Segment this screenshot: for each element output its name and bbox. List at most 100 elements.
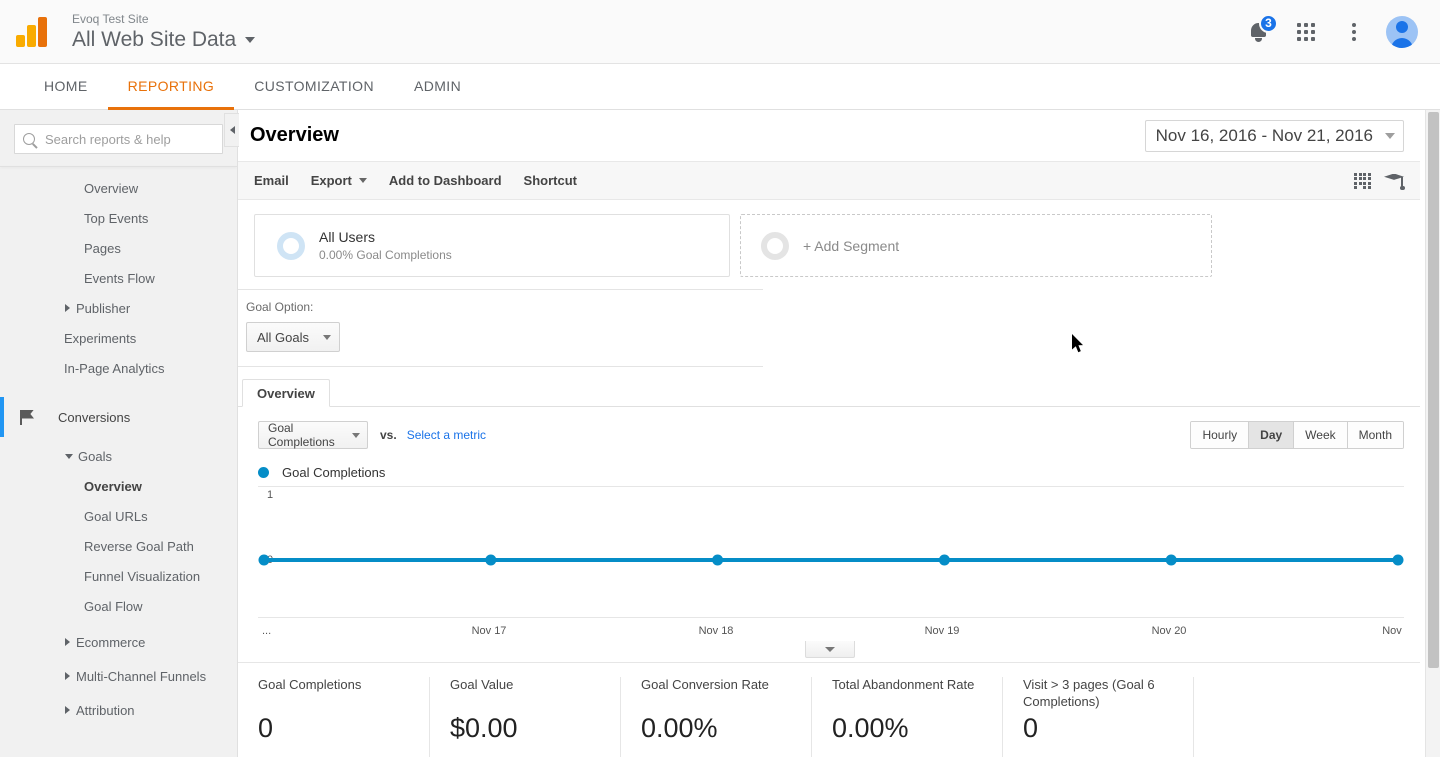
- metric-value: 0.00%: [832, 713, 909, 743]
- metric-value: 0: [258, 713, 274, 743]
- metric-card-goal-completions: Goal Completions 0: [238, 677, 429, 757]
- chevron-left-icon: [229, 126, 235, 134]
- account-selector[interactable]: Evoq Test Site All Web Site Data: [72, 13, 256, 51]
- flag-icon: [20, 409, 34, 425]
- table-grid-icon[interactable]: [1354, 172, 1371, 189]
- legend-label: Goal Completions: [282, 465, 386, 480]
- metric-value: $0.00: [450, 713, 518, 743]
- metric-label: Goal Value: [450, 677, 514, 692]
- sidebar-item-goal-urls[interactable]: Goal URLs: [0, 501, 237, 531]
- more-options-button[interactable]: [1330, 8, 1378, 56]
- goal-option-panel: Goal Option: All Goals: [238, 289, 763, 367]
- chart-data-point[interactable]: [1392, 554, 1404, 566]
- granularity-week[interactable]: Week: [1294, 422, 1348, 448]
- page-title: Overview: [250, 124, 339, 146]
- chevron-down-icon: [1385, 132, 1395, 139]
- goal-option-select[interactable]: All Goals: [246, 322, 341, 352]
- view-selector[interactable]: All Web Site Data: [72, 28, 256, 51]
- segment-title: All Users: [319, 228, 376, 245]
- sidebar-item-label: Goals: [78, 448, 112, 464]
- chart-data-point[interactable]: [485, 554, 497, 566]
- granularity-hourly[interactable]: Hourly: [1191, 422, 1250, 448]
- search-input[interactable]: [43, 130, 214, 148]
- metrics-summary-row: Goal Completions 0 Goal Value $0.00 Goal…: [238, 662, 1420, 757]
- sidebar-search: [0, 110, 237, 164]
- search-box[interactable]: [14, 124, 223, 154]
- metric-card-goal-6-completions: Visit > 3 pages (Goal 6 Completions) 0: [1002, 677, 1193, 757]
- add-segment-button[interactable]: + Add Segment: [740, 214, 1212, 277]
- goal-completions-chart[interactable]: 1 0 ... Nov 17 Nov 18 Nov 19 Nov 20 Nov: [258, 486, 1404, 658]
- primary-metric-value: Goal Completions: [268, 421, 335, 449]
- graduation-cap-icon[interactable]: [1384, 173, 1405, 190]
- sidebar-nav-list: Overview Top Events Pages Events Flow Pu…: [0, 173, 237, 725]
- metric-comparison-row: Goal Completions vs. Select a metric Hou…: [238, 407, 1420, 449]
- sidebar-item-ecommerce[interactable]: Ecommerce: [0, 627, 237, 657]
- chart-data-point[interactable]: [1165, 554, 1177, 566]
- tab-customization[interactable]: CUSTOMIZATION: [234, 65, 394, 110]
- sidebar-item-pages[interactable]: Pages: [0, 233, 237, 263]
- chart-data-point[interactable]: [258, 554, 270, 566]
- date-range-value: Nov 16, 2016 - Nov 21, 2016: [1155, 125, 1373, 145]
- vs-label: vs.: [380, 428, 397, 442]
- sidebar-item-experiments[interactable]: Experiments: [0, 323, 237, 353]
- view-name: All Web Site Data: [72, 28, 237, 51]
- notifications-button[interactable]: 3: [1234, 8, 1282, 56]
- chevron-right-icon: [65, 706, 70, 714]
- apps-button[interactable]: [1282, 8, 1330, 56]
- sidebar-group-conversions[interactable]: Conversions: [0, 397, 237, 437]
- sidebar-item-top-events[interactable]: Top Events: [0, 203, 237, 233]
- sidebar-group-label: Conversions: [58, 409, 131, 425]
- shortcut-button[interactable]: Shortcut: [524, 173, 577, 188]
- scrollbar-thumb[interactable]: [1428, 112, 1439, 668]
- report-toolbar: Email Export Add to Dashboard Shortcut: [238, 162, 1420, 200]
- export-label: Export: [310, 173, 352, 188]
- add-segment-label: + Add Segment: [803, 237, 900, 254]
- sidebar-item-goals-overview[interactable]: Overview: [0, 471, 237, 501]
- sidebar-item-funnel-visualization[interactable]: Funnel Visualization: [0, 561, 237, 591]
- sidebar-item-events-flow[interactable]: Events Flow: [0, 263, 237, 293]
- tab-overview[interactable]: Overview: [242, 379, 330, 407]
- chart-x-axis-labels: ... Nov 17 Nov 18 Nov 19 Nov 20 Nov: [258, 625, 1404, 641]
- primary-metric-select[interactable]: Goal Completions: [258, 421, 368, 449]
- tab-home[interactable]: HOME: [24, 65, 108, 110]
- granularity-day[interactable]: Day: [1249, 422, 1295, 448]
- search-icon: [23, 133, 35, 145]
- metric-card-goal-conversion-rate: Goal Conversion Rate 0.00%: [620, 677, 811, 757]
- chart-data-point[interactable]: [938, 554, 950, 566]
- app-header: Evoq Test Site All Web Site Data 3: [0, 0, 1440, 64]
- header-actions: 3: [1234, 8, 1440, 56]
- avatar[interactable]: [1386, 15, 1418, 48]
- segments-bar: All Users 0.00% Goal Completions + Add S…: [238, 200, 1420, 277]
- sidebar-item-reverse-goal-path[interactable]: Reverse Goal Path: [0, 531, 237, 561]
- tab-reporting[interactable]: REPORTING: [107, 65, 235, 110]
- date-range-picker[interactable]: Nov 16, 2016 - Nov 21, 2016: [1144, 119, 1404, 152]
- sidebar-item-publisher[interactable]: Publisher: [0, 293, 237, 323]
- chevron-down-icon: [825, 646, 835, 652]
- x-tick-0: ...: [262, 625, 272, 637]
- granularity-month[interactable]: Month: [1347, 422, 1403, 448]
- x-tick-3: Nov 19: [924, 625, 960, 637]
- segment-subtitle: 0.00% Goal Completions: [319, 247, 452, 262]
- sidebar-item-attribution[interactable]: Attribution: [0, 695, 237, 725]
- segment-placeholder-donut-icon: [761, 231, 789, 260]
- expand-chart-button[interactable]: [805, 641, 855, 658]
- goal-option-value: All Goals: [257, 329, 310, 345]
- notifications-badge: 3: [1259, 13, 1278, 33]
- sidebar-item-label: Publisher: [76, 300, 131, 316]
- add-to-dashboard-button[interactable]: Add to Dashboard: [389, 173, 502, 188]
- tab-admin[interactable]: ADMIN: [394, 65, 481, 110]
- chevron-down-icon: [358, 178, 367, 183]
- page-scrollbar[interactable]: [1425, 110, 1440, 757]
- segment-all-users[interactable]: All Users 0.00% Goal Completions: [254, 214, 730, 277]
- email-button[interactable]: Email: [254, 173, 289, 188]
- sidebar-item-in-page-analytics[interactable]: In-Page Analytics: [0, 353, 237, 383]
- export-button[interactable]: Export: [311, 173, 367, 188]
- x-tick-5: Nov: [1382, 625, 1402, 637]
- chart-data-point[interactable]: [712, 554, 724, 566]
- collapse-sidebar-button[interactable]: [224, 113, 239, 147]
- sidebar-item-goals[interactable]: Goals: [0, 441, 237, 471]
- sidebar-item-goal-flow[interactable]: Goal Flow: [0, 591, 237, 621]
- select-a-metric-link[interactable]: Select a metric: [407, 428, 486, 442]
- sidebar-item-overview-events[interactable]: Overview: [0, 173, 237, 203]
- sidebar-item-multi-channel-funnels[interactable]: Multi-Channel Funnels: [0, 661, 237, 691]
